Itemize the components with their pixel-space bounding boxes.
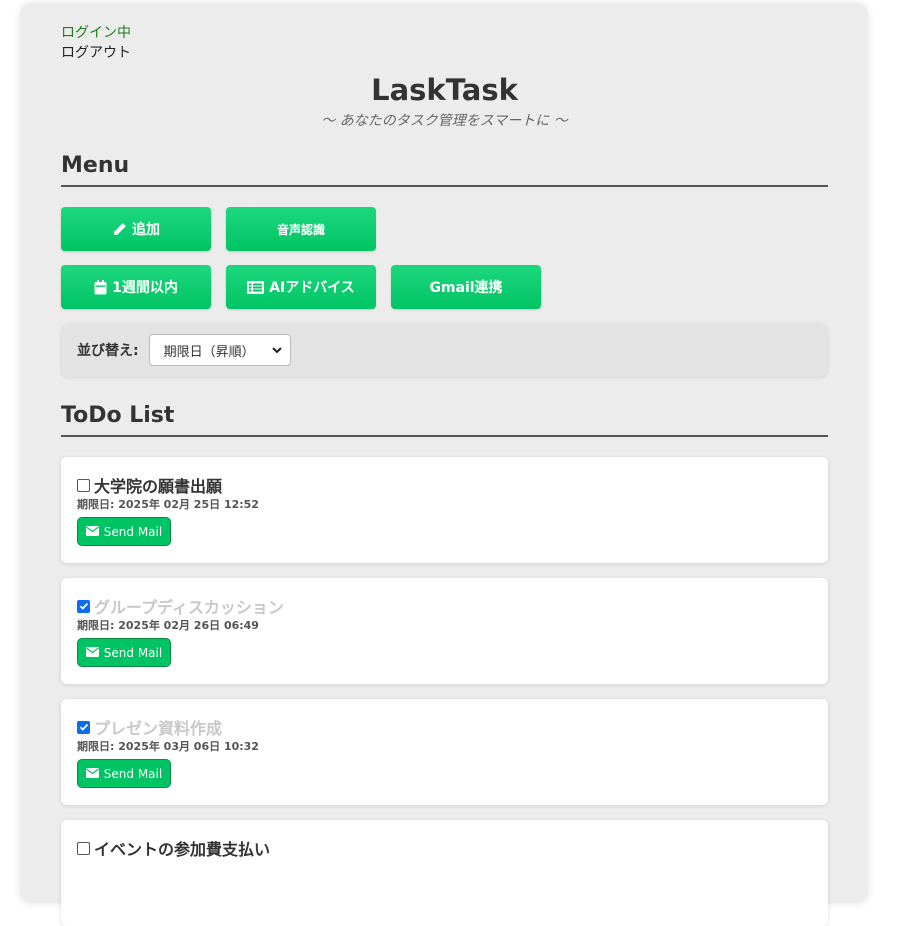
voice-button-label: 音声認識 xyxy=(276,222,325,237)
todo-item-name: グループディスカッション xyxy=(94,598,284,617)
logout-link[interactable]: ログアウト xyxy=(61,43,828,63)
menu-row-1: 追加 音声認識 xyxy=(61,207,828,251)
todo-item-header: プレゼン資料作成 xyxy=(77,717,812,738)
login-status: ログイン中 xyxy=(61,25,131,41)
voice-recognition-button[interactable]: 音声認識 xyxy=(226,207,376,251)
week-filter-button[interactable]: 1週間以内 xyxy=(61,265,211,309)
gmail-link-button[interactable]: Gmail連携 xyxy=(391,265,541,309)
todo-checkbox[interactable] xyxy=(77,841,90,855)
add-button[interactable]: 追加 xyxy=(61,207,211,251)
todo-item: プレゼン資料作成期限日: 2025年 03月 06日 10:32 Send Mai… xyxy=(61,699,828,805)
send-mail-label: Send Mail xyxy=(103,766,163,781)
sort-select[interactable]: 期限日（昇順） xyxy=(148,334,291,366)
todo-item: イベントの参加費支払い xyxy=(61,820,828,926)
todo-item: 大学院の願書出願期限日: 2025年 02月 25日 12:52 Send Mai… xyxy=(61,457,828,563)
todo-checkbox[interactable] xyxy=(77,599,90,613)
todo-item-name: プレゼン資料作成 xyxy=(94,719,223,738)
sort-selected-value: 期限日（昇順） xyxy=(163,344,255,360)
todo-item-due: 期限日: 2025年 02月 26日 06:49 xyxy=(77,619,259,632)
app-title: LaskTask xyxy=(371,73,518,107)
add-button-label: 追加 xyxy=(132,222,160,238)
todo-item-name: イベントの参加費支払い xyxy=(94,840,271,859)
todo-item-due: 期限日: 2025年 03月 06日 10:32 xyxy=(77,740,259,753)
ai-advice-button[interactable]: AIアドバイス xyxy=(226,265,376,309)
menu-heading: Menu xyxy=(61,151,828,187)
todo-checkbox[interactable] xyxy=(77,478,90,492)
todo-checkbox[interactable] xyxy=(77,720,90,734)
send-mail-label: Send Mail xyxy=(103,645,163,660)
todo-item-due: 期限日: 2025年 02月 25日 12:52 xyxy=(77,498,259,511)
main-container: ログイン中 ログアウト LaskTask 〜 あなたのタスク管理をスマートに 〜… xyxy=(20,3,868,926)
menu-row-2: 1週間以内 AIアドバイス Gmail連携 xyxy=(61,265,828,309)
pencil-icon xyxy=(112,222,127,237)
gmail-button-label: Gmail連携 xyxy=(429,280,503,296)
send-mail-button[interactable]: Send Mail xyxy=(77,759,171,788)
sort-panel: 並び替え: 期限日（昇順） xyxy=(61,323,828,377)
send-mail-button[interactable]: Send Mail xyxy=(77,517,171,546)
chevron-down-icon xyxy=(270,343,284,361)
week-button-label: 1週間以内 xyxy=(112,280,178,296)
ai-button-label: AIアドバイス xyxy=(269,280,355,296)
todo-heading: ToDo List xyxy=(61,401,828,437)
envelope-icon xyxy=(85,767,99,781)
app-subtitle: 〜 あなたのタスク管理をスマートに 〜 xyxy=(321,113,568,129)
todo-list: 大学院の願書出願期限日: 2025年 02月 25日 12:52 Send Mai… xyxy=(61,457,828,926)
send-mail-button[interactable]: Send Mail xyxy=(77,638,171,667)
todo-item-header: 大学院の願書出願 xyxy=(77,475,812,496)
send-mail-label: Send Mail xyxy=(103,524,163,539)
sort-label: 並び替え: xyxy=(77,343,139,359)
todo-item-name: 大学院の願書出願 xyxy=(94,477,223,496)
todo-item-header: イベントの参加費支払い xyxy=(77,838,812,859)
calendar-icon xyxy=(94,279,107,295)
envelope-icon xyxy=(85,525,99,539)
list-alt-icon xyxy=(247,280,265,294)
envelope-icon xyxy=(85,646,99,660)
todo-item: グループディスカッション期限日: 2025年 02月 26日 06:49 Send… xyxy=(61,578,828,684)
todo-item-header: グループディスカッション xyxy=(77,596,812,617)
